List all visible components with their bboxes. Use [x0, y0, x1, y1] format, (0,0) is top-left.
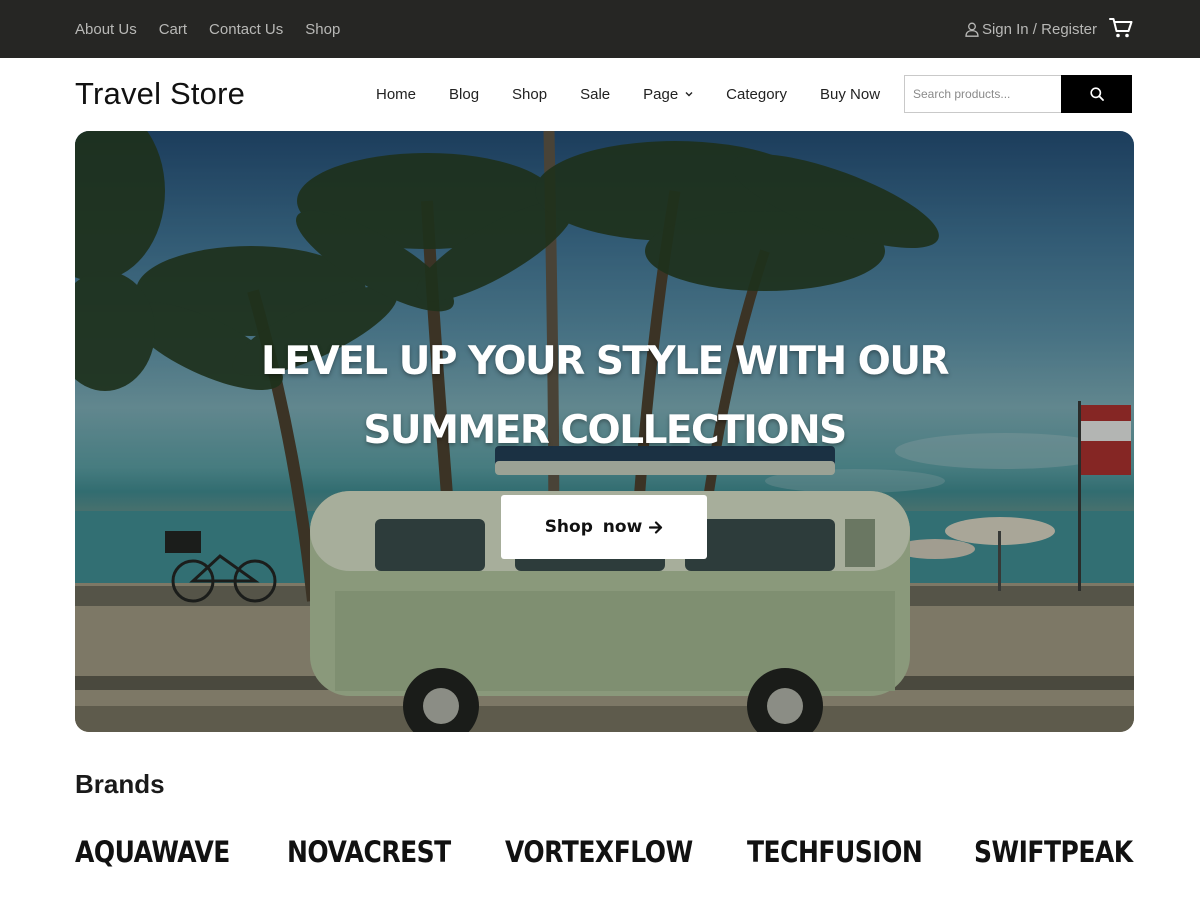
cart-icon [1109, 18, 1133, 38]
shop-now-button[interactable]: Shop now [501, 495, 707, 559]
brands-heading: Brands [75, 769, 165, 799]
account-label: Sign In / Register [981, 20, 1097, 38]
sign-in-register-link[interactable]: Sign In / Register [965, 0, 1097, 58]
search-bar [904, 75, 1132, 113]
search-icon [1089, 87, 1104, 101]
nav-blog[interactable]: Blog [449, 86, 479, 103]
nav-label: Blog [449, 85, 480, 103]
top-link-cart[interactable]: Cart [159, 21, 187, 38]
top-bar: About Us Cart Contact Us Shop Sign In / … [0, 0, 1200, 58]
nav-category[interactable]: Category [726, 86, 787, 103]
top-links: About Us Cart Contact Us Shop [75, 0, 362, 58]
brand-logo-techfusion[interactable]: TECHFUSION [747, 835, 923, 869]
search-button[interactable] [1061, 75, 1132, 113]
nav-sale[interactable]: Sale [580, 86, 610, 103]
hero-title-line-2: SUMMER COLLECTIONS [363, 408, 847, 453]
nav-page-dropdown[interactable]: Page [643, 86, 693, 103]
brand-list: AQUAWAVE NOVACREST VORTEXFLOW TECHFUSION… [75, 835, 1134, 875]
nav-home[interactable]: Home [376, 86, 416, 103]
brand-logo-aquawave[interactable]: AQUAWAVE [75, 835, 230, 869]
search-input[interactable] [904, 75, 1061, 113]
nav-label: Home [376, 85, 417, 103]
nav-label: Buy Now [820, 85, 881, 103]
shop-now-label: Shop now [544, 517, 643, 537]
nav-label: Sale [580, 85, 611, 103]
nav-label: Category [726, 85, 788, 103]
top-link-shop[interactable]: Shop [305, 21, 340, 38]
user-icon [965, 22, 979, 37]
chevron-down-icon [685, 92, 693, 97]
arrow-right-icon [649, 520, 663, 534]
nav-buy-now[interactable]: Buy Now [820, 86, 880, 103]
brand-logo-swiftpeak[interactable]: SWIFTPEAK [974, 835, 1133, 869]
site-logo[interactable]: Travel Store [75, 76, 245, 112]
hero-title-line-1: LEVEL UP YOUR STYLE WITH OUR [260, 339, 950, 384]
brand-logo-vortexflow[interactable]: VORTEXFLOW [505, 835, 693, 869]
cart-button[interactable] [1108, 15, 1134, 41]
hero-title: LEVEL UP YOUR STYLE WITH OUR SUMMER COLL… [75, 327, 1134, 465]
nav-shop[interactable]: Shop [512, 86, 547, 103]
top-link-contact-us[interactable]: Contact Us [209, 21, 283, 38]
top-link-about-us[interactable]: About Us [75, 21, 137, 38]
nav-label: Page [643, 85, 679, 103]
main-nav: Home Blog Shop Sale Page Category Buy No… [376, 83, 880, 105]
hero-banner: LEVEL UP YOUR STYLE WITH OUR SUMMER COLL… [75, 131, 1134, 732]
brand-logo-novacrest[interactable]: NOVACREST [287, 835, 451, 869]
nav-label: Shop [512, 85, 548, 103]
